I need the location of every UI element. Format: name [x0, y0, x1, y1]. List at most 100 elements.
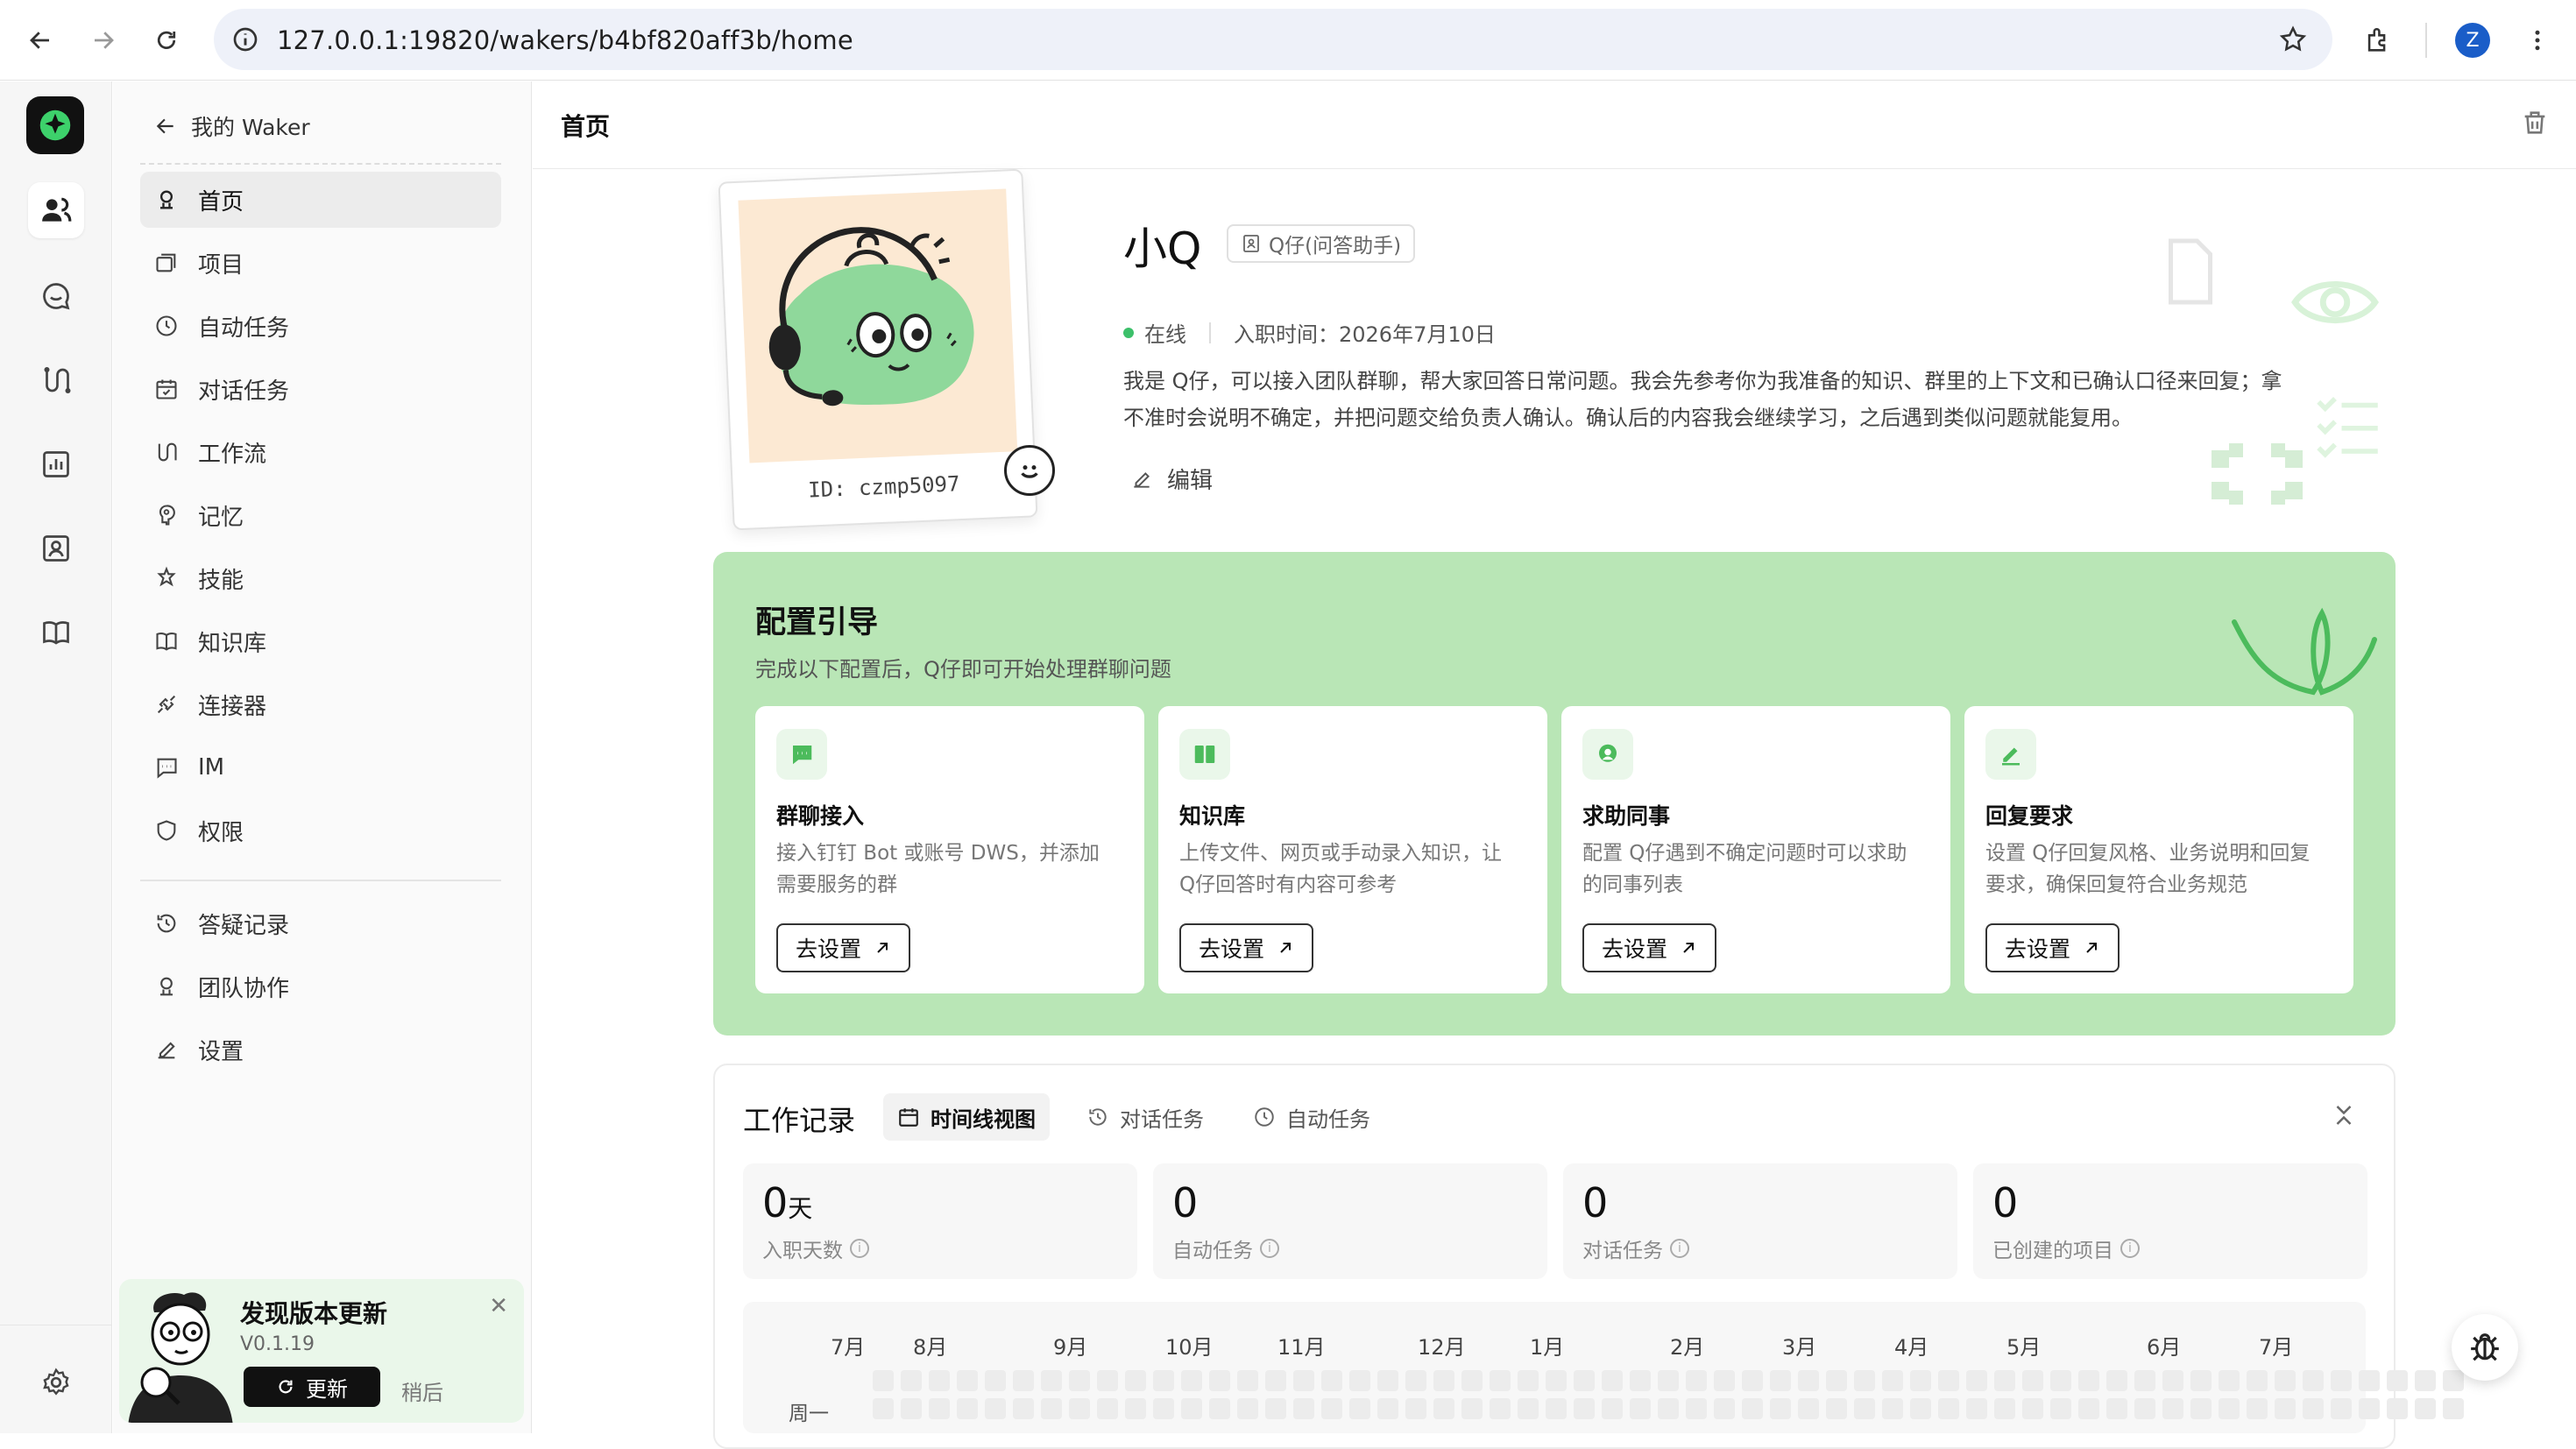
- heatmap-cell: [1181, 1370, 1202, 1391]
- sidebar-item-qa-history[interactable]: 答疑记录: [140, 895, 501, 951]
- month-label: 7月: [831, 1335, 866, 1360]
- later-button[interactable]: 稍后: [401, 1375, 443, 1406]
- go-setup-button[interactable]: 去设置: [776, 923, 911, 972]
- heatmap-cell: [2247, 1370, 2268, 1391]
- sidebar-item-home[interactable]: 首页: [140, 172, 501, 228]
- back-to-wakers[interactable]: 我的 Waker: [154, 110, 310, 142]
- sidebar-item-label: 技能: [198, 567, 244, 594]
- sidebar-item-permissions[interactable]: 权限: [140, 802, 501, 859]
- go-setup-label: 去设置: [796, 937, 862, 962]
- go-setup-label: 去设置: [2005, 937, 2071, 962]
- sidebar-item-im[interactable]: IM: [140, 739, 501, 795]
- sidebar-item-label: 项目: [198, 251, 244, 279]
- page-header: 首页: [533, 81, 2576, 169]
- heatmap-cell: [1265, 1370, 1286, 1391]
- heatmap-cell: [1041, 1370, 1062, 1391]
- menu-dots-icon[interactable]: [2516, 19, 2558, 61]
- edit-button[interactable]: 编辑: [1130, 463, 1213, 495]
- heatmap-cell: [2387, 1398, 2408, 1419]
- info-icon[interactable]: i: [2120, 1239, 2140, 1258]
- heatmap-cell: [1069, 1370, 1090, 1391]
- update-version: V0.1.19: [240, 1333, 315, 1355]
- heatmap-cell: [2022, 1370, 2043, 1391]
- im-icon: [157, 758, 177, 779]
- profile-avatar[interactable]: Z: [2455, 23, 2490, 58]
- site-info-icon[interactable]: [231, 25, 259, 53]
- rail-workflow-icon[interactable]: [28, 352, 84, 408]
- address-bar[interactable]: 127.0.0.1:19820/wakers/b4bf820aff3b/home: [214, 9, 2332, 70]
- heatmap-cell: [1349, 1398, 1370, 1419]
- history-icon: [1089, 1108, 1107, 1126]
- message-icon: [776, 729, 827, 780]
- close-icon[interactable]: ✕: [489, 1293, 508, 1319]
- heatmap-cell: [873, 1398, 894, 1419]
- reload-icon[interactable]: [145, 19, 188, 61]
- app-logo[interactable]: [26, 96, 84, 154]
- sidebar-item-label: 记忆: [198, 504, 244, 531]
- sidebar-item-label: 自动任务: [198, 315, 290, 342]
- info-icon[interactable]: i: [850, 1239, 869, 1258]
- heatmap-cell: [2331, 1398, 2352, 1419]
- stat-label: 对话任务 i: [1582, 1233, 1689, 1263]
- heatmap-cell: [2275, 1370, 2296, 1391]
- month-label: 4月: [1894, 1335, 1929, 1360]
- sidebar-item-knowledge[interactable]: 知识库: [140, 613, 501, 669]
- connector-icon: [157, 695, 176, 714]
- rail-chat-icon[interactable]: [28, 268, 84, 324]
- update-button[interactable]: 更新: [244, 1367, 380, 1407]
- heatmap-cell: [1658, 1370, 1679, 1391]
- sidebar-item-workflow[interactable]: 工作流: [140, 424, 501, 480]
- sidebar-item-settings[interactable]: 设置: [140, 1021, 501, 1078]
- sidebar-item-label: 设置: [198, 1038, 244, 1065]
- go-setup-label: 去设置: [1199, 937, 1265, 962]
- sidebar-item-label: 知识库: [198, 630, 267, 657]
- stat-number: 0: [1582, 1179, 1609, 1226]
- join-date: 入职时间：2026年7月10日: [1234, 322, 1496, 347]
- heatmap-cell: [1237, 1398, 1258, 1419]
- tab-timeline[interactable]: 时间线视图: [883, 1093, 1050, 1141]
- forward-icon[interactable]: [82, 19, 124, 61]
- gear-icon[interactable]: [28, 1354, 84, 1410]
- rail-book-icon[interactable]: [28, 604, 84, 661]
- heatmap-cell: [2190, 1370, 2212, 1391]
- rail-people-icon[interactable]: [28, 182, 84, 238]
- heatmap-cell: [1377, 1398, 1398, 1419]
- info-icon[interactable]: i: [1670, 1239, 1689, 1258]
- sidebar-item-auto-tasks[interactable]: 自动任务: [140, 298, 501, 354]
- trash-icon[interactable]: [2520, 108, 2550, 138]
- tab-auto-tasks[interactable]: 自动任务: [1239, 1093, 1384, 1141]
- heatmap-cell: [1826, 1370, 1847, 1391]
- month-label: 3月: [1782, 1335, 1817, 1360]
- info-icon[interactable]: i: [1260, 1239, 1279, 1258]
- heatmap-cell: [1826, 1398, 1847, 1419]
- back-icon[interactable]: [19, 19, 61, 61]
- go-setup-button[interactable]: 去设置: [1179, 923, 1314, 972]
- heatmap-cell: [1630, 1370, 1651, 1391]
- month-label: 2月: [1670, 1335, 1705, 1360]
- bookmark-star-icon[interactable]: [2278, 25, 2308, 54]
- shield-icon: [157, 820, 176, 841]
- go-setup-button[interactable]: 去设置: [1985, 923, 2120, 972]
- bug-report-button[interactable]: [2452, 1314, 2518, 1381]
- extensions-icon[interactable]: [2357, 19, 2399, 61]
- work-record-title: 工作记录: [743, 1104, 856, 1137]
- sidebar-item-memory[interactable]: 记忆: [140, 487, 501, 543]
- sidebar-item-team[interactable]: 团队协作: [140, 958, 501, 1014]
- go-setup-button[interactable]: 去设置: [1582, 923, 1717, 972]
- heatmap-cell: [1882, 1398, 1903, 1419]
- sidebar-item-chat-tasks[interactable]: 对话任务: [140, 361, 501, 417]
- rail-contact-icon[interactable]: [28, 520, 84, 576]
- heatmap-cell: [1041, 1398, 1062, 1419]
- sidebar-item-connectors[interactable]: 连接器: [140, 676, 501, 732]
- heatmap-cell: [1966, 1370, 1987, 1391]
- tab-chat-tasks[interactable]: 对话任务: [1072, 1093, 1218, 1141]
- clock-icon: [156, 315, 177, 336]
- rail-chart-icon[interactable]: [28, 436, 84, 492]
- sidebar-item-projects[interactable]: 项目: [140, 235, 501, 291]
- sidebar-item-skills[interactable]: 技能: [140, 550, 501, 606]
- heatmap-cell: [1209, 1370, 1230, 1391]
- collapse-icon[interactable]: [2331, 1102, 2357, 1128]
- tab-label: 对话任务: [1120, 1106, 1204, 1132]
- heatmap-cell: [1910, 1370, 1931, 1391]
- heatmap-cell: [1518, 1370, 1539, 1391]
